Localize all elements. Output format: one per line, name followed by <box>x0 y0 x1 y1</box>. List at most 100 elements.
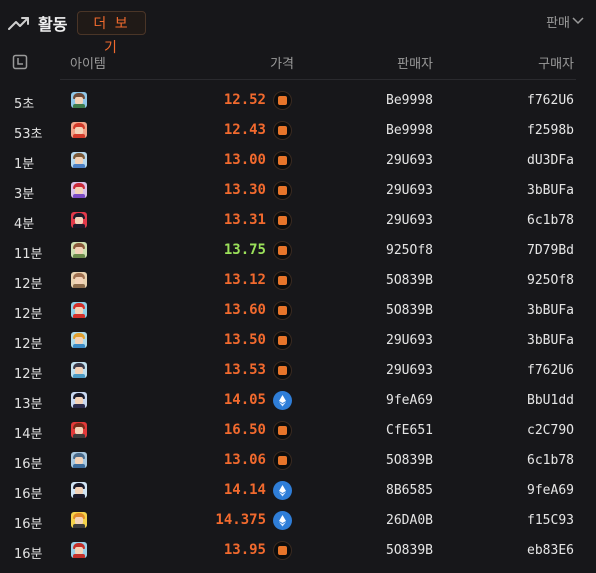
ape-coin-icon <box>273 271 292 290</box>
price-value: 13.95 <box>223 542 266 558</box>
buyer-address[interactable]: 3bBUFa <box>527 303 574 318</box>
table-header: 아이템 가격 판매자 구매자 <box>0 46 596 80</box>
time-ago: 16분 <box>14 517 43 532</box>
price-value: 13.60 <box>223 302 266 318</box>
seller-address[interactable]: 5O839B <box>386 453 433 468</box>
seller-address[interactable]: 29U693 <box>386 153 433 168</box>
price-value: 13.06 <box>223 452 266 468</box>
buyer-address[interactable]: f2598b <box>527 123 574 138</box>
seller-address[interactable]: 29U693 <box>386 183 433 198</box>
time-ago: 5초 <box>14 97 35 112</box>
price-value: 14.375 <box>215 512 266 528</box>
price-value: 14.14 <box>223 482 266 498</box>
seller-address[interactable]: Be9998 <box>386 93 433 108</box>
item-avatar[interactable] <box>71 182 87 198</box>
table-row[interactable]: 11분 13.75 925Of8 7D79Bd <box>0 236 596 266</box>
buyer-address[interactable]: f762U6 <box>527 363 574 378</box>
table-row[interactable]: 1분 13.00 29U693 dU3DFa <box>0 146 596 176</box>
item-avatar[interactable] <box>71 512 87 528</box>
item-avatar[interactable] <box>71 542 87 558</box>
seller-address[interactable]: 29U693 <box>386 333 433 348</box>
seller-address[interactable]: 26DA0B <box>386 513 433 528</box>
buyer-address[interactable]: eb83E6 <box>527 543 574 558</box>
time-ago: 12분 <box>14 337 43 352</box>
price-value: 13.53 <box>223 362 266 378</box>
item-avatar[interactable] <box>71 422 87 438</box>
item-avatar[interactable] <box>71 122 87 138</box>
seller-address[interactable]: 5O839B <box>386 273 433 288</box>
item-avatar[interactable] <box>71 362 87 378</box>
item-avatar[interactable] <box>71 332 87 348</box>
seller-address[interactable]: 9feA69 <box>386 393 433 408</box>
table-row[interactable]: 53초 12.43 Be9998 f2598b <box>0 116 596 146</box>
price-value: 12.52 <box>223 92 266 108</box>
table-row[interactable]: 13분 14.05 9feA69 BbU1dd <box>0 386 596 416</box>
item-avatar[interactable] <box>71 152 87 168</box>
time-ago: 11분 <box>14 247 43 262</box>
time-ago: 16분 <box>14 547 43 562</box>
time-ago: 14분 <box>14 427 43 442</box>
time-ago: 3분 <box>14 187 35 202</box>
buyer-address[interactable]: c2C79O <box>527 423 574 438</box>
buyer-address[interactable]: 7D79Bd <box>527 243 574 258</box>
table-row[interactable]: 12분 13.60 5O839B 3bBUFa <box>0 296 596 326</box>
table-row[interactable]: 3분 13.30 29U693 3bBUFa <box>0 176 596 206</box>
buyer-address[interactable]: dU3DFa <box>527 153 574 168</box>
item-avatar[interactable] <box>71 392 87 408</box>
ape-coin-icon <box>273 91 292 110</box>
item-avatar[interactable] <box>71 272 87 288</box>
table-row[interactable]: 12분 13.12 5O839B 925Of8 <box>0 266 596 296</box>
price-value: 13.50 <box>223 332 266 348</box>
ape-coin-icon <box>273 151 292 170</box>
table-row[interactable]: 16분 13.95 5O839B eb83E6 <box>0 536 596 566</box>
seller-address[interactable]: 29U693 <box>386 363 433 378</box>
seller-address[interactable]: 29U693 <box>386 213 433 228</box>
table-row[interactable]: 16분 13.06 5O839B 6c1b78 <box>0 446 596 476</box>
buyer-address[interactable]: f15C93 <box>527 513 574 528</box>
buyer-address[interactable]: 925Of8 <box>527 273 574 288</box>
ape-coin-icon <box>273 121 292 140</box>
view-more-button[interactable]: 더 보기 <box>77 11 146 56</box>
eth-coin-icon <box>273 511 292 530</box>
time-ago: 4분 <box>14 217 35 232</box>
time-ago: 13분 <box>14 397 43 412</box>
price-value: 14.05 <box>223 392 266 408</box>
activity-list: 5초 12.52 Be9998 f762U6 53초 12.43 Be9998 … <box>0 86 596 566</box>
seller-address[interactable]: CfE651 <box>386 423 433 438</box>
buyer-address[interactable]: 3bBUFa <box>527 183 574 198</box>
chevron-down-icon[interactable] <box>572 16 584 25</box>
table-row[interactable]: 4분 13.31 29U693 6c1b78 <box>0 206 596 236</box>
item-avatar[interactable] <box>71 92 87 108</box>
header-divider <box>60 79 576 80</box>
eth-coin-icon <box>273 391 292 410</box>
item-avatar[interactable] <box>71 212 87 228</box>
buyer-address[interactable]: 6c1b78 <box>527 453 574 468</box>
table-row[interactable]: 16분 14.14 8B6585 9feA69 <box>0 476 596 506</box>
price-value: 13.12 <box>223 272 266 288</box>
seller-address[interactable]: 5O839B <box>386 543 433 558</box>
buyer-address[interactable]: f762U6 <box>527 93 574 108</box>
table-row[interactable]: 5초 12.52 Be9998 f762U6 <box>0 86 596 116</box>
seller-address[interactable]: Be9998 <box>386 123 433 138</box>
buyer-address[interactable]: 6c1b78 <box>527 213 574 228</box>
time-ago: 12분 <box>14 277 43 292</box>
table-row[interactable]: 14분 16.50 CfE651 c2C79O <box>0 416 596 446</box>
ape-coin-icon <box>273 211 292 230</box>
seller-address[interactable]: 8B6585 <box>386 483 433 498</box>
buyer-address[interactable]: 3bBUFa <box>527 333 574 348</box>
clock-icon <box>12 54 28 70</box>
table-row[interactable]: 12분 13.50 29U693 3bBUFa <box>0 326 596 356</box>
table-row[interactable]: 16분 14.375 26DA0B f15C93 <box>0 506 596 536</box>
price-value: 13.00 <box>223 152 266 168</box>
seller-address[interactable]: 5O839B <box>386 303 433 318</box>
item-avatar[interactable] <box>71 242 87 258</box>
item-avatar[interactable] <box>71 452 87 468</box>
seller-address[interactable]: 925Of8 <box>386 243 433 258</box>
column-header-price[interactable]: 가격 <box>270 53 294 72</box>
buyer-address[interactable]: BbU1dd <box>527 393 574 408</box>
table-row[interactable]: 12분 13.53 29U693 f762U6 <box>0 356 596 386</box>
filter-dropdown[interactable]: 판매 <box>546 12 570 31</box>
item-avatar[interactable] <box>71 302 87 318</box>
item-avatar[interactable] <box>71 482 87 498</box>
buyer-address[interactable]: 9feA69 <box>527 483 574 498</box>
